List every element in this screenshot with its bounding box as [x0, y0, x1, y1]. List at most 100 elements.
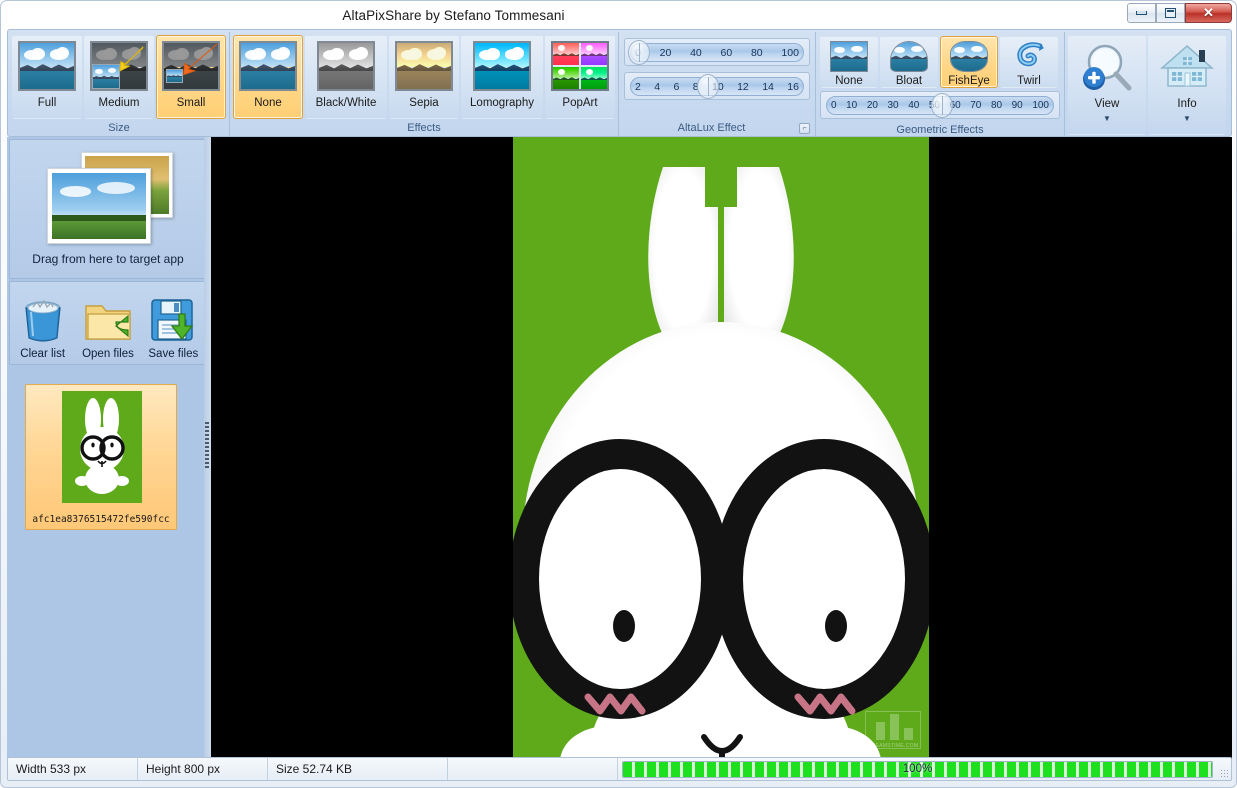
geo-option-none[interactable]: None [820, 36, 878, 88]
effect-option-none[interactable]: None [233, 35, 303, 119]
tick: 10 [712, 81, 724, 93]
info-button-label: Info [1177, 98, 1196, 110]
geo-option-fisheye-label: FishEye [948, 75, 990, 87]
effect-option-popart[interactable]: PopArt [545, 35, 615, 119]
minimize-button[interactable] [1127, 3, 1156, 23]
size-option-small[interactable]: Small [156, 35, 226, 119]
size-option-small-label: Small [177, 97, 206, 109]
info-button[interactable]: Info ▼ [1148, 35, 1226, 135]
landscape-sepia-thumb [395, 41, 453, 91]
size-option-medium-label: Medium [99, 97, 140, 109]
tick: 0 [831, 100, 837, 111]
effect-option-lomography[interactable]: Lomography [461, 35, 543, 119]
geometric-amount-slider[interactable]: 0 10 20 30 40 50 60 70 80 90 100 [820, 91, 1060, 119]
altalux-strength-track[interactable]: 0 20 40 60 80 100 [630, 43, 804, 62]
ribbon-group-altalux: 0 20 40 60 80 100 2 4 6 8 10 [618, 32, 815, 136]
size-option-full-label: Full [38, 97, 57, 109]
geometric-body: None Bloat FishEye [820, 32, 1060, 123]
info-dropdown-caret[interactable]: ▼ [1183, 114, 1191, 123]
size-group-label: Size [12, 121, 226, 136]
tick: 2 [635, 81, 641, 93]
tick: 70 [970, 100, 981, 111]
tick: 16 [787, 81, 799, 93]
ribbon-group-geometric: None Bloat FishEye [815, 32, 1064, 136]
ribbon-group-size: Full Medium [9, 32, 229, 136]
progress-percent-label: 100% [623, 762, 1212, 777]
tick: 40 [908, 100, 919, 111]
title-bar: AltaPixShare by Stefano Tommesani ✕ [1, 1, 1236, 29]
landscape-bw-thumb [317, 41, 375, 91]
geometric-amount-track[interactable]: 0 10 20 30 40 50 60 70 80 90 100 [826, 96, 1054, 115]
landscape-medium-thumb [90, 41, 148, 91]
view-buttons: View ▼ [1068, 32, 1226, 135]
watermark-text: DREAMSTIME.COM [866, 743, 920, 749]
photo-stack-icon [43, 152, 173, 246]
view-button[interactable]: View ▼ [1068, 35, 1146, 135]
maximize-button[interactable] [1156, 3, 1185, 23]
effects-group-label: Effects [233, 121, 615, 136]
view-button-label: View [1095, 98, 1120, 110]
landscape-fisheye-thumb [950, 41, 988, 72]
medium-arrow-icon [92, 43, 146, 90]
left-sidebar: Drag from here to target app Clear list [7, 137, 210, 759]
tick: 20 [660, 47, 672, 59]
altalux-scale-slider[interactable]: 2 4 6 8 10 12 14 16 [624, 72, 810, 100]
close-button[interactable]: ✕ [1185, 3, 1232, 23]
effects-gallery: None Black/White Sepia [233, 32, 615, 121]
tick: 60 [950, 100, 961, 111]
ribbon-group-effects: None Black/White Sepia [229, 32, 618, 136]
ribbon-toolbar: Full Medium [7, 29, 1232, 137]
size-option-full[interactable]: Full [12, 35, 82, 119]
landscape-full-thumb [18, 41, 76, 91]
altalux-strength-slider[interactable]: 0 20 40 60 80 100 [624, 38, 810, 66]
tick: 90 [1012, 100, 1023, 111]
file-list[interactable]: afc1ea8376515472fe590fcc [9, 370, 207, 757]
geometric-group-label: Geometric Effects [820, 123, 1060, 138]
effect-option-black-white-label: Black/White [316, 97, 377, 109]
drag-source-area[interactable]: Drag from here to target app [9, 139, 207, 279]
image-viewer[interactable]: DREAMSTIME.COM [211, 137, 1232, 759]
list-item-filename: afc1ea8376515472fe590fcc [26, 514, 176, 525]
maximize-icon [1165, 8, 1176, 18]
effect-option-sepia-label: Sepia [409, 97, 438, 109]
geo-option-twirl[interactable]: Twirl [1000, 36, 1058, 88]
size-gallery: Full Medium [12, 32, 226, 121]
drag-area-caption: Drag from here to target app [32, 252, 183, 266]
geo-option-bloat-label: Bloat [896, 75, 922, 87]
geo-option-bloat[interactable]: Bloat [880, 36, 938, 88]
effect-option-none-label: None [254, 97, 282, 109]
tick: 100 [1032, 100, 1049, 111]
watermark-logo: DREAMSTIME.COM [865, 711, 921, 749]
altalux-scale-track[interactable]: 2 4 6 8 10 12 14 16 [630, 77, 804, 96]
save-files-button[interactable]: Save files [141, 282, 206, 364]
status-height: Height 800 px [138, 758, 268, 780]
save-files-label: Save files [148, 348, 198, 360]
small-arrow-icon [164, 43, 218, 90]
minimize-icon [1136, 11, 1147, 15]
geo-option-fisheye[interactable]: FishEye [940, 36, 998, 88]
window-title: AltaPixShare by Stefano Tommesani [342, 8, 564, 23]
list-item[interactable]: afc1ea8376515472fe590fcc [25, 384, 177, 530]
house-icon [1159, 40, 1215, 96]
tick: 80 [751, 47, 763, 59]
tick: 8 [693, 81, 699, 93]
tick: 4 [654, 81, 660, 93]
clear-list-button[interactable]: Clear list [10, 282, 75, 364]
tick: 100 [781, 47, 799, 59]
altalux-group-label-text: AltaLux Effect [678, 122, 746, 134]
open-folder-icon [82, 294, 134, 346]
panel-splitter[interactable] [204, 137, 211, 759]
effect-option-black-white[interactable]: Black/White [305, 35, 387, 119]
size-option-medium[interactable]: Medium [84, 35, 154, 119]
landscape-popart-thumb [551, 41, 609, 91]
status-size: Size 52.74 KB [268, 758, 448, 780]
effect-option-popart-label: PopArt [562, 97, 597, 109]
open-files-button[interactable]: Open files [75, 282, 140, 364]
resize-grip-icon[interactable] [1217, 758, 1231, 780]
altalux-dialog-launcher[interactable]: ⌐ [799, 123, 810, 134]
effect-option-sepia[interactable]: Sepia [389, 35, 459, 119]
tick: 30 [888, 100, 899, 111]
status-width: Width 533 px [8, 758, 138, 780]
view-dropdown-caret[interactable]: ▼ [1103, 114, 1111, 123]
tick: 12 [737, 81, 749, 93]
